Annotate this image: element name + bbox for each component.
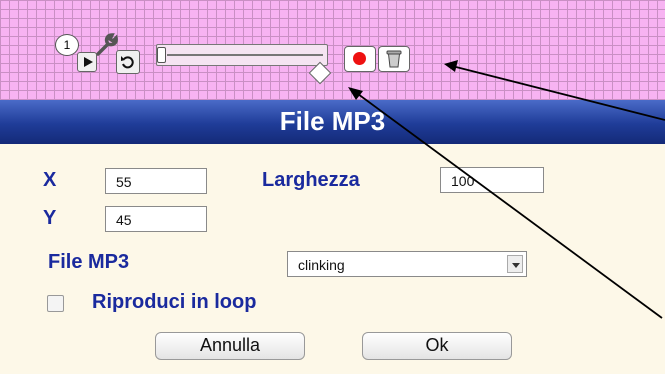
width-label: Larghezza (262, 169, 360, 191)
rewind-button[interactable] (116, 50, 140, 74)
file-label: File MP3 (48, 251, 130, 273)
progress-knob[interactable] (157, 47, 166, 63)
delete-button[interactable] (378, 46, 410, 72)
trash-icon (386, 50, 402, 68)
cancel-button[interactable]: Annulla (155, 332, 305, 360)
order-badge: 1 (55, 34, 79, 56)
dialog-title: File MP3 (279, 106, 386, 136)
y-field[interactable]: 45 (105, 206, 207, 232)
chevron-down-icon[interactable] (507, 255, 523, 273)
dialog-header: File MP3 (0, 100, 665, 144)
x-label: X (43, 169, 57, 191)
ok-button[interactable]: Ok (362, 332, 512, 360)
record-button[interactable] (344, 46, 376, 72)
y-label: Y (43, 207, 57, 229)
progress-line (167, 54, 323, 56)
play-button[interactable] (77, 52, 97, 72)
file-select-value: clinking (298, 257, 345, 273)
file-select[interactable]: clinking (287, 251, 527, 277)
progress-track[interactable] (156, 44, 328, 66)
loop-checkbox[interactable] (47, 295, 64, 312)
x-field[interactable]: 55 (105, 168, 207, 194)
loop-label: Riproduci in loop (92, 291, 257, 313)
width-field[interactable]: 100 (440, 167, 544, 193)
undo-icon (121, 56, 134, 69)
